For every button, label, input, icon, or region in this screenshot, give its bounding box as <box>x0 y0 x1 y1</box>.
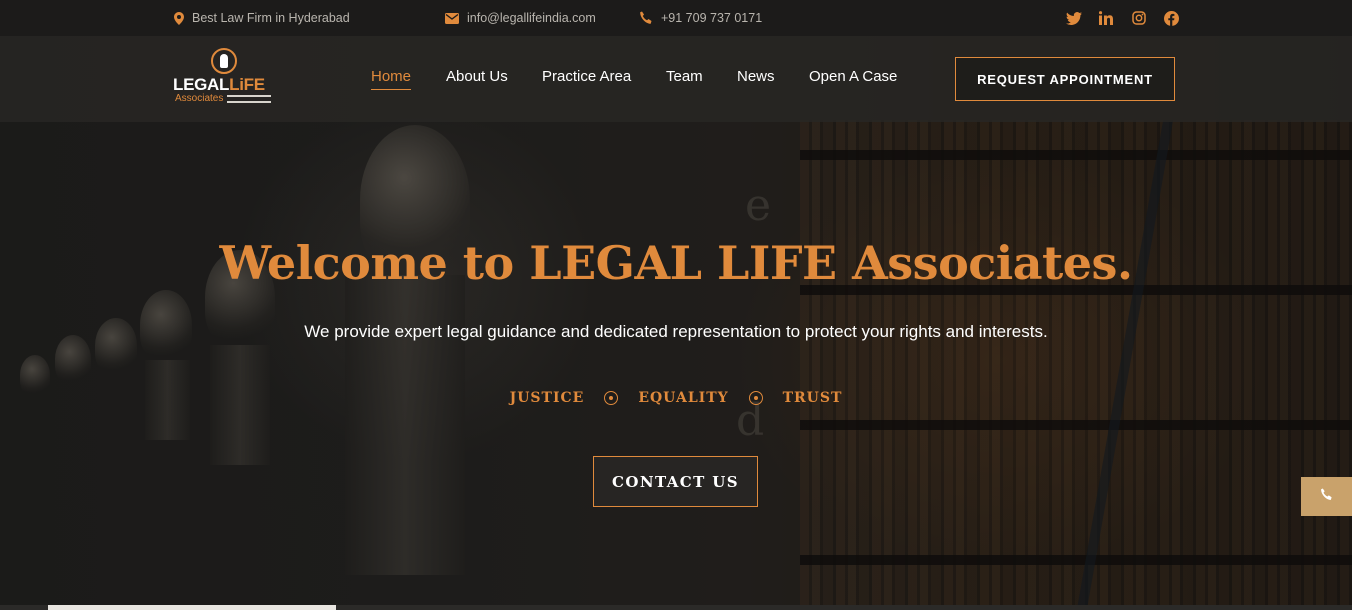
linkedin-icon[interactable] <box>1096 8 1116 28</box>
hero-subtitle: We provide expert legal guidance and ded… <box>304 322 1048 341</box>
floating-call-button[interactable] <box>1301 477 1352 516</box>
nav-team[interactable]: Team <box>666 68 703 85</box>
instagram-icon[interactable] <box>1129 8 1149 28</box>
logo-word-life: LiFE <box>229 75 265 94</box>
nav-news[interactable]: News <box>737 68 775 85</box>
nav-home[interactable]: Home <box>371 68 412 90</box>
logo-word-legal: LEGAL <box>173 75 230 94</box>
map-pin-icon <box>174 11 184 25</box>
separator-dot-icon <box>748 391 763 405</box>
phone-link[interactable]: +91 709 737 0171 <box>661 11 762 25</box>
slider-progress-indicator <box>48 605 336 610</box>
logo-underline <box>227 95 271 103</box>
nav-open-a-case[interactable]: Open A Case <box>809 68 897 85</box>
logo-wordmark: LEGALLiFE <box>173 75 265 95</box>
location-info: Best Law Firm in Hyderabad <box>174 0 350 36</box>
facebook-icon[interactable] <box>1161 8 1181 28</box>
email-link[interactable]: info@legallifeindia.com <box>467 11 596 25</box>
top-info-bar: Best Law Firm in Hyderabad info@legallif… <box>0 0 1352 36</box>
values-row: JUSTICE EQUALITY TRUST <box>0 390 1352 406</box>
slider-progress-bar <box>0 605 1352 610</box>
email-info[interactable]: info@legallifeindia.com <box>445 0 596 36</box>
value-equality: EQUALITY <box>638 390 729 406</box>
logo[interactable]: LEGALLiFE Associates <box>172 48 276 108</box>
phone-icon <box>1320 487 1333 506</box>
phone-info[interactable]: +91 709 737 0171 <box>639 0 762 36</box>
nav-about-us[interactable]: About Us <box>446 68 508 85</box>
logo-subtitle: Associates <box>175 93 224 104</box>
request-appointment-button[interactable]: REQUEST APPOINTMENT <box>955 57 1175 101</box>
location-text: Best Law Firm in Hyderabad <box>192 11 350 25</box>
envelope-icon <box>445 12 459 24</box>
value-justice: JUSTICE <box>509 390 585 406</box>
nav-practice-area[interactable]: Practice Area <box>542 68 631 85</box>
phone-icon <box>639 11 653 25</box>
value-trust: TRUST <box>782 390 843 406</box>
separator-dot-icon <box>604 391 619 405</box>
contact-us-button[interactable]: CONTACT US <box>593 456 758 507</box>
hero-title: Welcome to LEGAL LIFE Associates. <box>219 236 1133 290</box>
scales-of-justice-icon <box>211 48 237 74</box>
twitter-icon[interactable] <box>1064 8 1084 28</box>
